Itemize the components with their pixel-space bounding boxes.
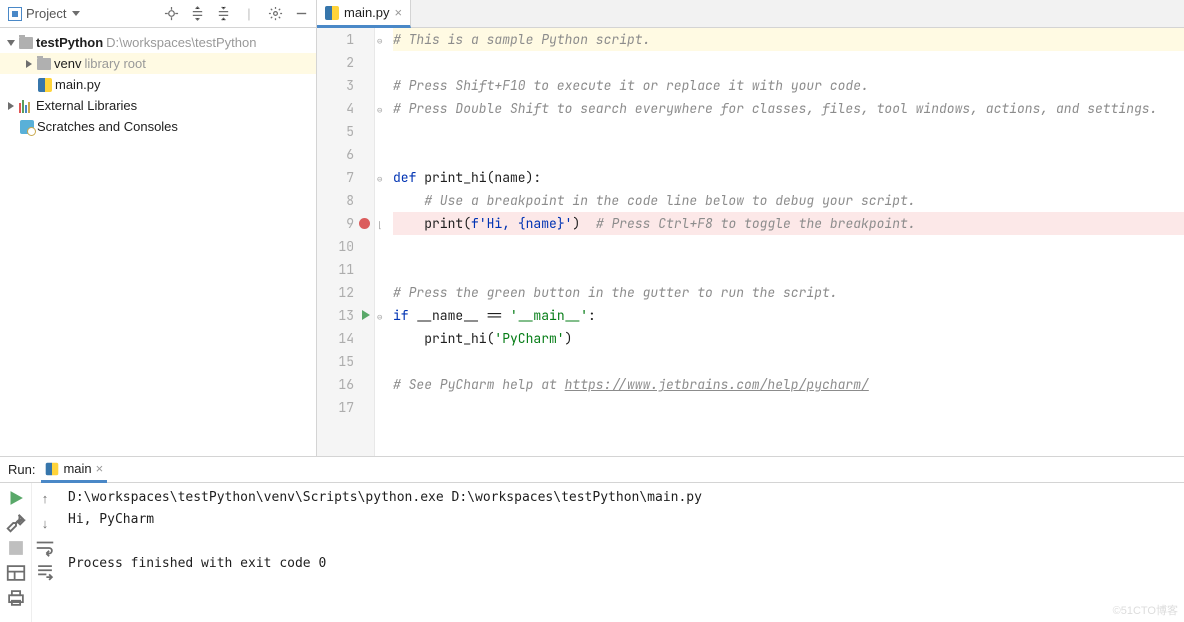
code-editor[interactable]: 1 2 3 4 5 6 7 8 9 10 11 12 13 14 15 16 1… (317, 28, 1184, 456)
python-file-icon (38, 78, 52, 92)
layout-icon[interactable] (5, 562, 27, 584)
venv-hint: library root (84, 56, 145, 71)
twisty-closed-icon[interactable] (8, 102, 14, 110)
divider: | (238, 3, 260, 25)
wrench-icon[interactable] (5, 512, 27, 534)
run-output[interactable]: D:\workspaces\testPython\venv\Scripts\py… (58, 483, 1184, 622)
twisty-open-icon[interactable] (7, 40, 15, 46)
editor-tabs: main.py × (317, 0, 1184, 28)
stop-icon[interactable] (5, 537, 27, 559)
run-toolbar-left (0, 483, 32, 622)
editor-tab-main[interactable]: main.py × (317, 0, 411, 28)
soft-wrap-icon[interactable] (34, 537, 56, 559)
folder-icon (37, 58, 51, 70)
code-content[interactable]: # This is a sample Python script. # Pres… (389, 28, 1184, 456)
tab-label: main.py (344, 5, 390, 20)
scroll-to-end-icon[interactable] (34, 562, 56, 584)
run-tool-window: Run: main × ↑ ↓ D:\workspaces\testPython… (0, 456, 1184, 622)
down-icon[interactable]: ↓ (34, 512, 56, 534)
project-tool-window: Project | testPython D:\workspaces\testP… (0, 0, 317, 456)
tree-venv[interactable]: venv library root (0, 53, 316, 74)
locate-icon[interactable] (160, 3, 182, 25)
twisty-closed-icon[interactable] (26, 60, 32, 68)
hide-icon[interactable] (290, 3, 312, 25)
root-path: D:\workspaces\testPython (106, 35, 256, 50)
print-icon[interactable] (5, 587, 27, 609)
scratch-label: Scratches and Consoles (37, 119, 178, 134)
project-tree[interactable]: testPython D:\workspaces\testPython venv… (0, 28, 316, 141)
breakpoint-icon[interactable] (359, 218, 370, 229)
expand-all-icon[interactable] (186, 3, 208, 25)
close-icon[interactable]: × (96, 461, 104, 476)
libraries-icon (19, 99, 33, 113)
collapse-all-icon[interactable] (212, 3, 234, 25)
project-label[interactable]: Project (26, 6, 66, 21)
scratches-icon (20, 120, 34, 134)
file-name: main.py (55, 77, 101, 92)
root-name: testPython (36, 35, 103, 50)
watermark: ©51CTO博客 (1113, 602, 1178, 618)
project-icon (8, 7, 22, 21)
up-icon[interactable]: ↑ (34, 487, 56, 509)
run-gutter-icon[interactable] (362, 310, 370, 320)
project-header: Project | (0, 0, 316, 28)
editor-area: main.py × 1 2 3 4 5 6 7 8 9 10 11 12 13 … (317, 0, 1184, 456)
ext-label: External Libraries (36, 98, 137, 113)
gutter[interactable]: 1 2 3 4 5 6 7 8 9 10 11 12 13 14 15 16 1… (317, 28, 375, 456)
tree-root[interactable]: testPython D:\workspaces\testPython (0, 32, 316, 53)
run-header: Run: main × (0, 457, 1184, 483)
tree-file-main[interactable]: main.py (0, 74, 316, 95)
run-toolbar-secondary: ↑ ↓ (32, 483, 58, 622)
fold-column[interactable]: ⊖ ⊖ ⊖ ⌊ ⊖ (375, 28, 389, 456)
python-file-icon (325, 6, 339, 20)
run-tab-name: main (63, 461, 91, 476)
tree-scratches[interactable]: Scratches and Consoles (0, 116, 316, 137)
rerun-icon[interactable] (5, 487, 27, 509)
tree-external-libraries[interactable]: External Libraries (0, 95, 316, 116)
close-icon[interactable]: × (395, 5, 403, 20)
gear-icon[interactable] (264, 3, 286, 25)
run-tab[interactable]: main × (41, 457, 107, 483)
folder-icon (19, 37, 33, 49)
python-file-icon (46, 462, 59, 475)
venv-name: venv (54, 56, 81, 71)
chevron-down-icon[interactable] (72, 11, 80, 16)
run-label: Run: (8, 462, 35, 477)
